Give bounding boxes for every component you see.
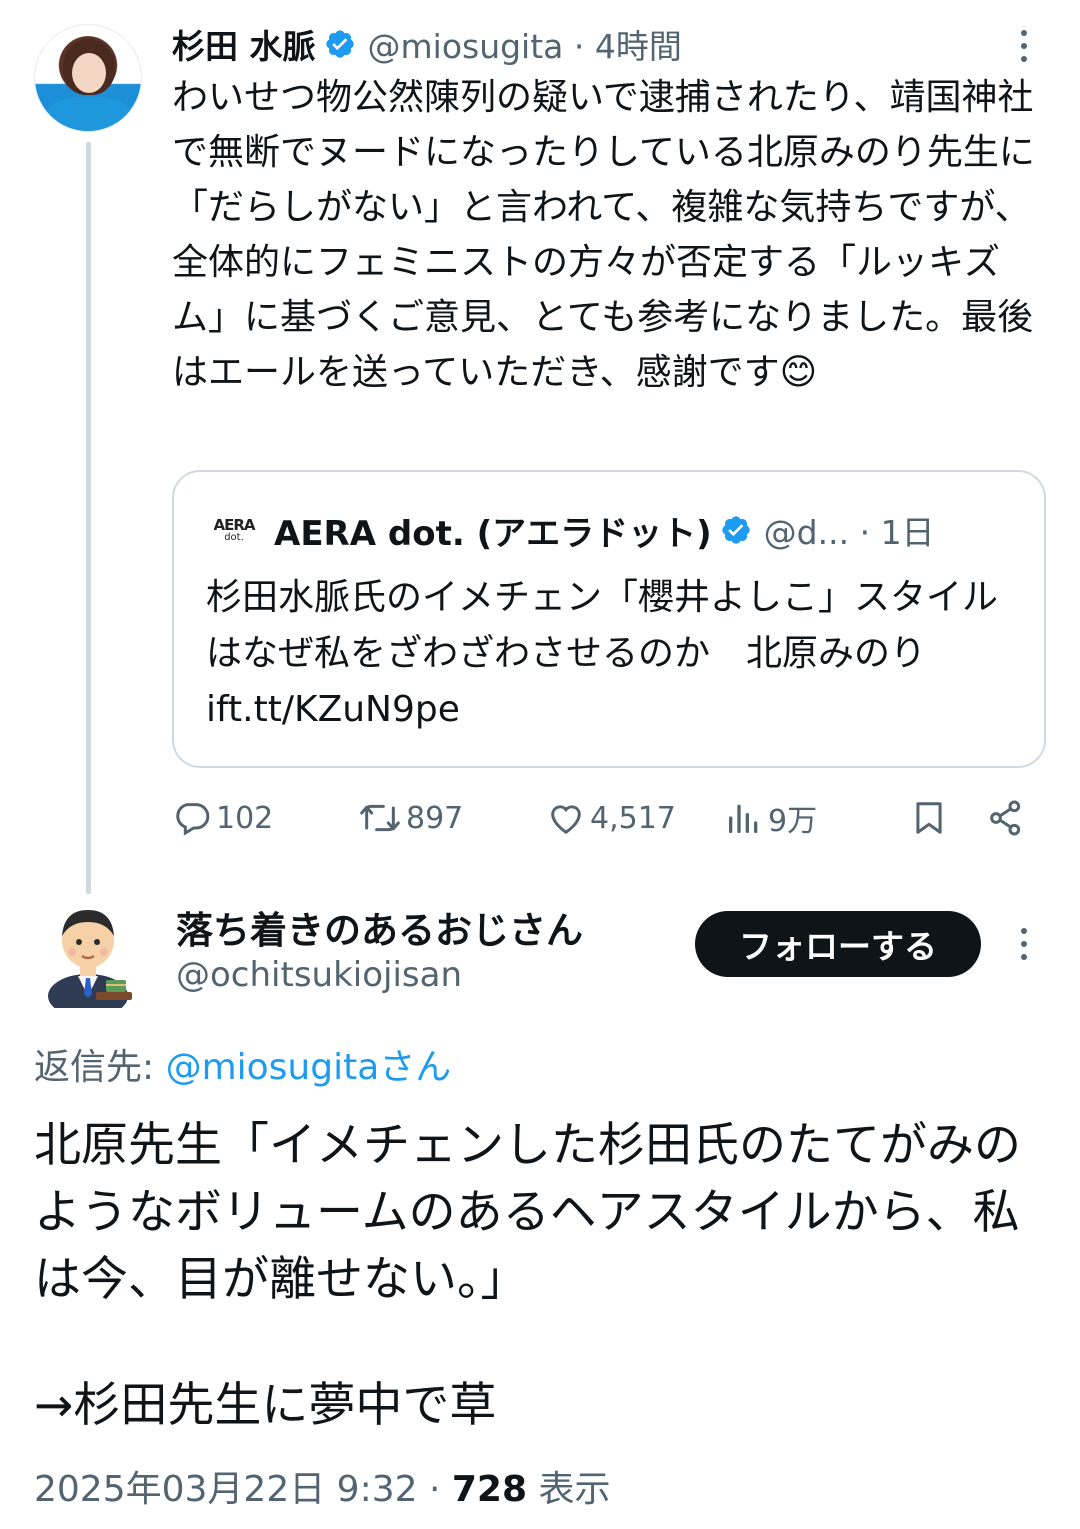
- tweet-text: わいせつ物公然陳列の疑いで逮捕されたり、靖国神社で無断でヌードになったりしている…: [172, 77, 1035, 393]
- tweet-actions-bar: 102 897 4,517 9万: [172, 790, 1042, 846]
- aera-logo-avatar: AERA dot.: [213, 515, 255, 543]
- reply-text-paragraph-2: →杉田先生に夢中で草: [34, 1378, 497, 1433]
- verified-badge-icon: [325, 30, 354, 58]
- bookmark-icon: [916, 802, 942, 834]
- quoted-author-name: AERA dot. (アエラドット): [274, 513, 712, 554]
- reply-author-name[interactable]: 落ち着きのあるおじさん: [176, 900, 583, 954]
- more-icon[interactable]: [1018, 928, 1030, 960]
- replying-to-mention[interactable]: @miosugitaさん: [166, 1047, 452, 1088]
- reply-text-paragraph-1: 北原先生「イメチェンした杉田氏のたてがみのようなボリュームのあるヘアスタイルから…: [34, 1118, 1021, 1307]
- retweet-button[interactable]: 897: [358, 790, 463, 846]
- bookmark-button[interactable]: [910, 790, 948, 846]
- header-separator: ·: [849, 513, 881, 552]
- header-separator: ·: [563, 27, 595, 66]
- reply-count: 102: [216, 800, 274, 836]
- retweet-count: 897: [406, 800, 464, 836]
- author-avatar[interactable]: [34, 24, 142, 132]
- quoted-tweet-time: 1日: [880, 513, 935, 552]
- replying-to: 返信先: @miosugitaさん: [34, 1038, 451, 1090]
- view-count-label: 表示: [527, 1469, 611, 1510]
- verified-badge-icon: [721, 516, 750, 544]
- views-icon: [729, 804, 758, 833]
- author-handle[interactable]: @miosugita: [368, 27, 564, 66]
- tweet-header: 杉田 水脈 @miosugita · 4時間: [172, 20, 682, 68]
- tweet-meta: 2025年03月22日 9:32 · 728 表示: [34, 1460, 610, 1512]
- reply-button[interactable]: 102: [172, 790, 273, 846]
- thread-connector-line: [86, 142, 91, 894]
- share-icon: [990, 800, 1021, 836]
- like-icon: [551, 805, 581, 834]
- replying-to-label: 返信先:: [34, 1047, 166, 1088]
- view-count: 728: [451, 1469, 528, 1510]
- quoted-tweet-header: AERA dot. AERA dot. (アエラドット) @d... · 1日: [212, 506, 935, 554]
- tweet-time[interactable]: 4時間: [595, 27, 682, 66]
- views-button[interactable]: 9万: [724, 790, 817, 846]
- quoted-tweet-text: 杉田水脈氏のイメチェン「櫻井よしこ」スタイルはなぜ私をざわざわさせるのか 北原み…: [206, 577, 999, 730]
- quoted-author-handle: @d...: [763, 513, 850, 552]
- share-button[interactable]: [986, 790, 1026, 846]
- reply-author-avatar[interactable]: [40, 896, 140, 1008]
- retweet-icon: [360, 804, 400, 832]
- reply-icon: [176, 803, 210, 836]
- tweet-date[interactable]: 2025年03月22日 9:32: [34, 1469, 418, 1510]
- author-name[interactable]: 杉田 水脈: [172, 20, 316, 68]
- reply-tweet-text: 北原先生「イメチェンした杉田氏のたてがみのようなボリュームのあるヘアスタイルから…: [34, 1112, 1044, 1313]
- like-count: 4,517: [590, 800, 676, 836]
- meta-separator: ·: [417, 1469, 452, 1510]
- quoted-tweet[interactable]: AERA dot. AERA dot. (アエラドット) @d... · 1日 …: [172, 470, 1046, 768]
- views-count: 9万: [768, 804, 818, 839]
- reply-author-handle[interactable]: @ochitsukiojisan: [176, 955, 462, 995]
- follow-button[interactable]: フォローする: [695, 911, 981, 977]
- more-icon[interactable]: [1018, 30, 1030, 62]
- like-button[interactable]: 4,517: [546, 790, 676, 846]
